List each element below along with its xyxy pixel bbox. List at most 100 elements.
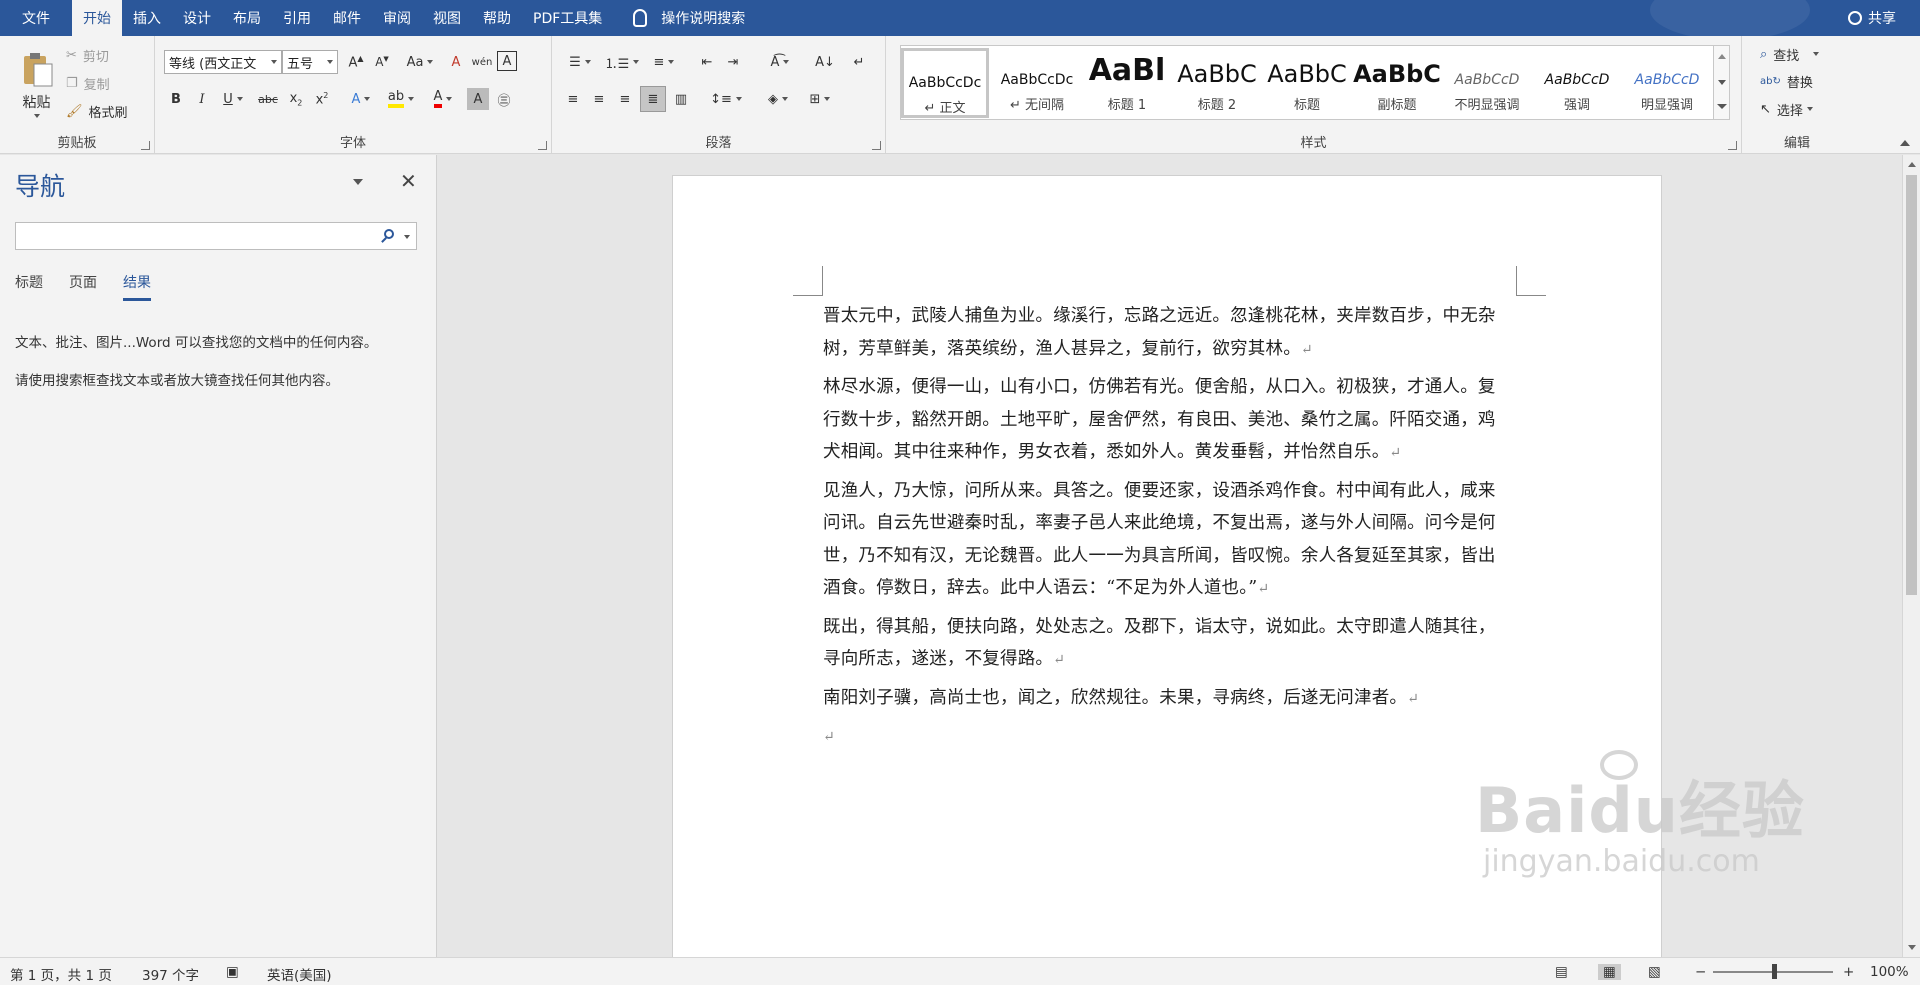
style-title[interactable]: AaBbC 标题	[1263, 48, 1351, 118]
cut-button[interactable]: ✂ 剪切	[66, 44, 109, 66]
collapse-ribbon-icon[interactable]	[1900, 140, 1910, 146]
bullets-button[interactable]: ☰	[562, 51, 598, 73]
paragraph-launcher-icon[interactable]	[872, 141, 881, 150]
tab-home[interactable]: 开始	[72, 0, 122, 36]
font-size-box[interactable]: 五号	[282, 50, 338, 74]
tab-insert[interactable]: 插入	[122, 0, 172, 36]
select-button[interactable]: ↖ 选择	[1760, 98, 1813, 120]
align-left-button[interactable]: ≡	[562, 88, 584, 110]
underline-button[interactable]: U	[217, 88, 249, 110]
tab-pdf-tools[interactable]: PDF工具集	[522, 0, 613, 36]
gallery-scrollbar[interactable]	[1713, 46, 1729, 119]
copy-button[interactable]: ❐ 复制	[66, 72, 110, 94]
style-subtitle[interactable]: AaBbC 副标题	[1353, 48, 1441, 118]
word-count[interactable]: 397 个字	[142, 964, 199, 984]
enclose-characters-button[interactable]: ㊂	[493, 88, 515, 110]
character-shading-button[interactable]: A	[467, 88, 489, 110]
distributed-button[interactable]: ▥	[670, 88, 692, 110]
zoom-out-icon[interactable]: −	[1695, 964, 1706, 980]
read-mode-icon[interactable]: ▤	[1555, 964, 1568, 980]
tab-review[interactable]: 审阅	[372, 0, 422, 36]
find-button[interactable]: ⌕ 查找	[1760, 43, 1820, 65]
document-body[interactable]: 晋太元中，武陵人捕鱼为业。缘溪行，忘路之远近。忽逢桃花林，夹岸数百步，中无杂树，…	[823, 300, 1513, 759]
tab-design[interactable]: 设计	[172, 0, 222, 36]
align-center-button[interactable]: ≡	[588, 88, 610, 110]
style-intense-emphasis[interactable]: AaBbCcD 明显强调	[1623, 48, 1711, 118]
paragraph-text: 见渔人，乃大惊，问所从来。具答之。便要还家，设酒杀鸡作食。村中闻有此人，咸来问讯…	[823, 480, 1496, 599]
style-subtle-emphasis[interactable]: AaBbCcD 不明显强调	[1443, 48, 1531, 118]
multilevel-list-button[interactable]: ≡	[646, 51, 682, 73]
nav-search-input[interactable]	[15, 222, 417, 250]
increase-indent-button[interactable]: ⇥	[722, 51, 744, 73]
zoom-level[interactable]: 100%	[1870, 964, 1909, 980]
nav-tab-headings[interactable]: 标题	[15, 272, 43, 301]
proofing-icon[interactable]: ▣	[226, 964, 239, 980]
search-icon[interactable]	[384, 229, 394, 239]
change-case-button[interactable]: Aa	[405, 51, 435, 73]
zoom-in-icon[interactable]: +	[1843, 964, 1854, 980]
justify-button[interactable]: ≣	[640, 86, 666, 112]
share-button[interactable]: 共享	[1848, 0, 1896, 36]
highlight-button[interactable]: ab	[383, 88, 419, 110]
tab-mailings[interactable]: 邮件	[322, 0, 372, 36]
style-heading-2[interactable]: AaBbC 标题 2	[1173, 48, 1261, 118]
character-border-button[interactable]: A	[497, 51, 517, 71]
chevron-down-icon	[1806, 107, 1813, 111]
borders-button[interactable]: ⊞	[802, 88, 838, 110]
print-layout-icon[interactable]: ▦	[1598, 964, 1621, 980]
tab-layout[interactable]: 布局	[222, 0, 272, 36]
sort-button[interactable]: A↓	[814, 51, 836, 73]
shrink-font-button[interactable]: A▼	[371, 51, 393, 73]
gallery-down-icon[interactable]	[1718, 80, 1726, 85]
clear-formatting-button[interactable]: A	[445, 51, 467, 73]
chevron-down-icon[interactable]	[404, 235, 410, 239]
strikethrough-button[interactable]: abc	[255, 88, 281, 110]
style-normal[interactable]: AaBbCcDc ↵ 正文	[901, 48, 989, 118]
bold-button[interactable]: B	[165, 88, 187, 110]
format-painter-button[interactable]: 🖌 格式刷	[66, 100, 128, 122]
scroll-up-icon[interactable]	[1908, 162, 1916, 167]
font-launcher-icon[interactable]	[538, 141, 547, 150]
clipboard-launcher-icon[interactable]	[141, 141, 150, 150]
nav-tab-pages[interactable]: 页面	[69, 272, 97, 301]
shading-button[interactable]: ◈	[760, 88, 796, 110]
vertical-scrollbar[interactable]	[1902, 155, 1920, 957]
phonetic-guide-button[interactable]: wén	[471, 51, 493, 73]
show-hide-marks-button[interactable]: ↵	[848, 51, 870, 73]
replace-button[interactable]: ab↻ 替换	[1760, 70, 1813, 92]
subscript-button[interactable]: x2	[285, 88, 307, 110]
chinese-layout-button[interactable]: A͡	[762, 51, 798, 73]
page-count[interactable]: 第 1 页，共 1 页	[10, 964, 112, 984]
style-heading-1[interactable]: AaBl 标题 1	[1083, 48, 1171, 118]
web-layout-icon[interactable]: ▧	[1648, 964, 1661, 980]
line-spacing-button[interactable]: ↕≡	[708, 88, 744, 110]
tab-help[interactable]: 帮助	[472, 0, 522, 36]
decrease-indent-button[interactable]: ⇤	[696, 51, 718, 73]
font-name-box[interactable]: 等线 (西文正文	[164, 50, 282, 74]
text-effects-button[interactable]: A	[345, 88, 377, 110]
tell-me-search[interactable]: 操作说明搜索	[613, 8, 745, 28]
style-no-spacing[interactable]: AaBbCcDc ↵ 无间隔	[993, 48, 1081, 118]
close-icon[interactable]: ✕	[400, 169, 417, 193]
document-page[interactable]: 晋太元中，武陵人捕鱼为业。缘溪行，忘路之远近。忽逢桃花林，夹岸数百步，中无杂树，…	[672, 175, 1662, 975]
gallery-up-icon[interactable]	[1718, 54, 1726, 59]
nav-tab-results[interactable]: 结果	[123, 272, 151, 301]
zoom-slider-thumb[interactable]	[1772, 964, 1777, 979]
tab-file[interactable]: 文件	[0, 0, 72, 36]
tab-references[interactable]: 引用	[272, 0, 322, 36]
tab-view[interactable]: 视图	[422, 0, 472, 36]
gallery-more-icon[interactable]	[1717, 104, 1727, 109]
italic-button[interactable]: I	[191, 88, 213, 110]
language[interactable]: 英语(美国)	[267, 964, 332, 984]
scroll-down-icon[interactable]	[1908, 945, 1916, 950]
nav-options-icon[interactable]	[353, 179, 363, 185]
numbering-button[interactable]: ⒈☰	[604, 51, 640, 73]
font-color-button[interactable]: A	[425, 88, 461, 110]
paste-button[interactable]: 粘贴	[14, 44, 59, 124]
superscript-button[interactable]: x2	[311, 88, 333, 110]
styles-launcher-icon[interactable]	[1728, 141, 1737, 150]
align-right-button[interactable]: ≡	[614, 88, 636, 110]
scroll-thumb[interactable]	[1906, 175, 1917, 595]
grow-font-button[interactable]: A▲	[345, 51, 367, 73]
style-emphasis[interactable]: AaBbCcD 强调	[1533, 48, 1621, 118]
